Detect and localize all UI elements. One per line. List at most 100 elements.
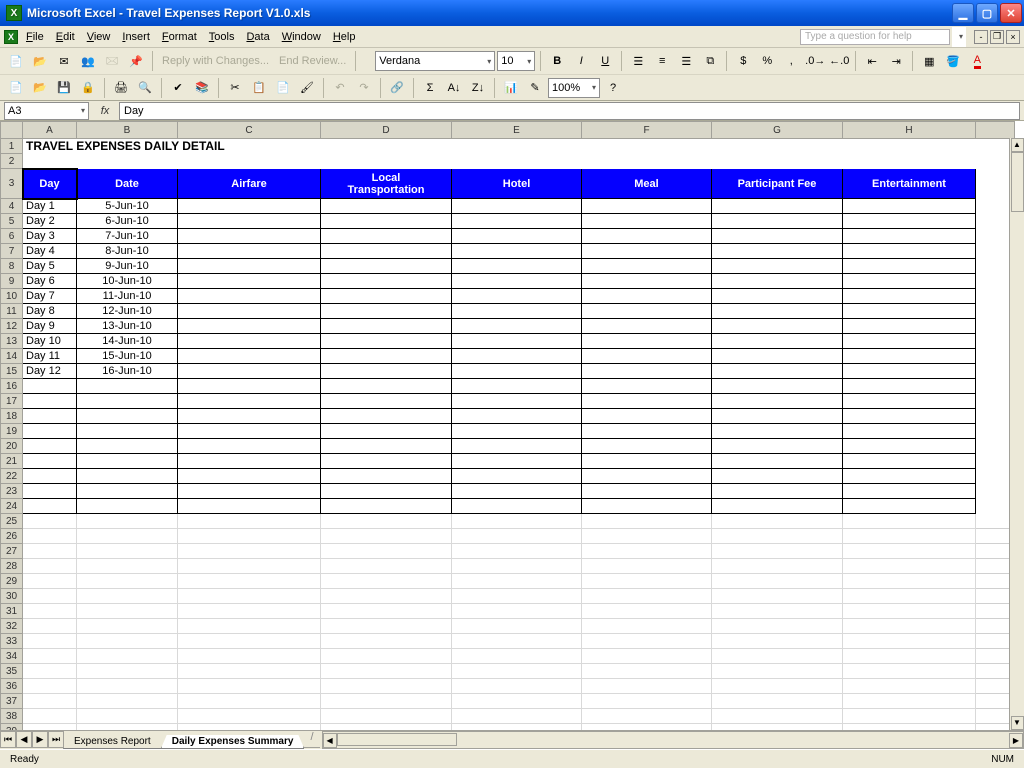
- cell[interactable]: [321, 229, 452, 244]
- sort-desc-button[interactable]: Z↓: [467, 77, 489, 99]
- merge-center-button[interactable]: ⧉: [699, 50, 721, 72]
- cell[interactable]: [843, 469, 976, 484]
- row-header-25[interactable]: 25: [1, 514, 23, 529]
- row-header-22[interactable]: 22: [1, 469, 23, 484]
- cell[interactable]: [843, 274, 976, 289]
- cell[interactable]: [582, 304, 712, 319]
- chart-wizard-button[interactable]: 📊: [500, 77, 522, 99]
- cell[interactable]: [843, 529, 976, 544]
- cell[interactable]: [321, 514, 452, 529]
- cell[interactable]: [582, 334, 712, 349]
- vscroll-thumb[interactable]: [1011, 152, 1024, 212]
- row-header-16[interactable]: 16: [1, 379, 23, 394]
- header-local-transportation[interactable]: LocalTransportation: [321, 169, 452, 199]
- sheet-tab-daily-expenses-summary[interactable]: Daily Expenses Summary: [161, 735, 305, 749]
- row-header-29[interactable]: 29: [1, 574, 23, 589]
- cell[interactable]: [843, 214, 976, 229]
- row-header-3[interactable]: 3: [1, 169, 23, 199]
- cell[interactable]: [178, 514, 321, 529]
- print-button[interactable]: 🖨: [110, 77, 132, 99]
- workbook-icon[interactable]: X: [4, 30, 18, 44]
- row-header-7[interactable]: 7: [1, 244, 23, 259]
- open-button[interactable]: 📂: [29, 50, 51, 72]
- tab-nav-next[interactable]: ▶: [32, 731, 48, 748]
- cell[interactable]: [23, 604, 77, 619]
- cell[interactable]: [843, 229, 976, 244]
- cell[interactable]: [321, 604, 452, 619]
- currency-button[interactable]: $: [732, 50, 754, 72]
- col-header-B[interactable]: B: [77, 122, 178, 139]
- cell[interactable]: [321, 274, 452, 289]
- cell[interactable]: [843, 394, 976, 409]
- sort-asc-button[interactable]: A↓: [443, 77, 465, 99]
- cell[interactable]: [712, 604, 843, 619]
- cell[interactable]: [178, 664, 321, 679]
- cell[interactable]: [77, 679, 178, 694]
- cell[interactable]: [178, 679, 321, 694]
- cell[interactable]: [23, 469, 77, 484]
- col-header-E[interactable]: E: [452, 122, 582, 139]
- font-selector[interactable]: Verdana▾: [375, 51, 495, 71]
- col-header-F[interactable]: F: [582, 122, 712, 139]
- row-header-24[interactable]: 24: [1, 499, 23, 514]
- cell[interactable]: [582, 529, 712, 544]
- cell[interactable]: [582, 214, 712, 229]
- col-header-H[interactable]: H: [843, 122, 976, 139]
- cell[interactable]: [582, 289, 712, 304]
- cell-date[interactable]: 6-Jun-10: [77, 214, 178, 229]
- cell[interactable]: [452, 349, 582, 364]
- cell[interactable]: [77, 514, 178, 529]
- cell[interactable]: [452, 694, 582, 709]
- cell[interactable]: [77, 424, 178, 439]
- cell[interactable]: [582, 424, 712, 439]
- window-close-button[interactable]: ✕: [1000, 3, 1022, 23]
- cell[interactable]: [77, 694, 178, 709]
- cell[interactable]: [23, 394, 77, 409]
- cell[interactable]: [843, 334, 976, 349]
- cell[interactable]: [77, 574, 178, 589]
- cell[interactable]: [582, 244, 712, 259]
- cell[interactable]: [452, 679, 582, 694]
- font-color-button[interactable]: A: [966, 50, 988, 72]
- cell[interactable]: [712, 364, 843, 379]
- cell[interactable]: [178, 559, 321, 574]
- cell[interactable]: [712, 679, 843, 694]
- borders-button[interactable]: ▦: [918, 50, 940, 72]
- scroll-left-button[interactable]: ◀: [323, 733, 337, 748]
- cell[interactable]: [23, 484, 77, 499]
- cell[interactable]: [582, 484, 712, 499]
- cell[interactable]: [178, 424, 321, 439]
- cell[interactable]: [582, 649, 712, 664]
- cell[interactable]: [178, 544, 321, 559]
- cell[interactable]: [843, 409, 976, 424]
- cell[interactable]: [843, 379, 976, 394]
- cell[interactable]: [23, 724, 77, 731]
- cell[interactable]: [712, 274, 843, 289]
- cell[interactable]: [23, 634, 77, 649]
- cell[interactable]: [582, 364, 712, 379]
- horizontal-scrollbar[interactable]: ◀ ▶: [322, 731, 1024, 749]
- cell[interactable]: [178, 484, 321, 499]
- cell[interactable]: [843, 199, 976, 214]
- tab-nav-prev[interactable]: ◀: [16, 731, 32, 748]
- cell[interactable]: [843, 439, 976, 454]
- cell[interactable]: [582, 199, 712, 214]
- header-day[interactable]: Day: [23, 169, 77, 199]
- cell[interactable]: [582, 439, 712, 454]
- cell-day[interactable]: Day 2: [23, 214, 77, 229]
- cell[interactable]: [178, 694, 321, 709]
- cell-day[interactable]: Day 12: [23, 364, 77, 379]
- cell[interactable]: [77, 379, 178, 394]
- window-maximize-button[interactable]: ▢: [976, 3, 998, 23]
- mdi-close-button[interactable]: ×: [1006, 30, 1020, 44]
- cell-date[interactable]: 5-Jun-10: [77, 199, 178, 214]
- menu-insert[interactable]: Insert: [116, 29, 156, 45]
- cell-date[interactable]: 8-Jun-10: [77, 244, 178, 259]
- cell[interactable]: [843, 259, 976, 274]
- cell-day[interactable]: Day 3: [23, 229, 77, 244]
- help-search-box[interactable]: Type a question for help: [800, 29, 950, 45]
- cell[interactable]: [23, 454, 77, 469]
- cell[interactable]: [77, 559, 178, 574]
- help-button[interactable]: ?: [602, 77, 624, 99]
- cell[interactable]: [23, 649, 77, 664]
